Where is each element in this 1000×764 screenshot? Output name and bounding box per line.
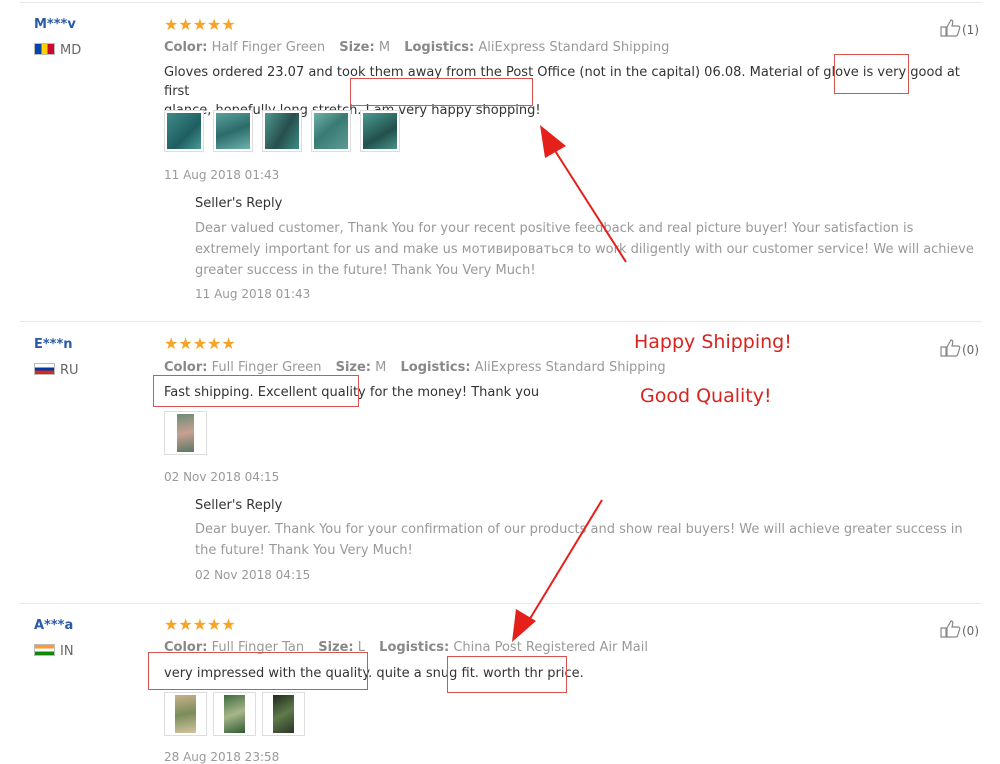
arrow-down-icon (512, 499, 603, 642)
annotation-arrows (512, 125, 627, 642)
arrow-up-icon (540, 125, 627, 263)
